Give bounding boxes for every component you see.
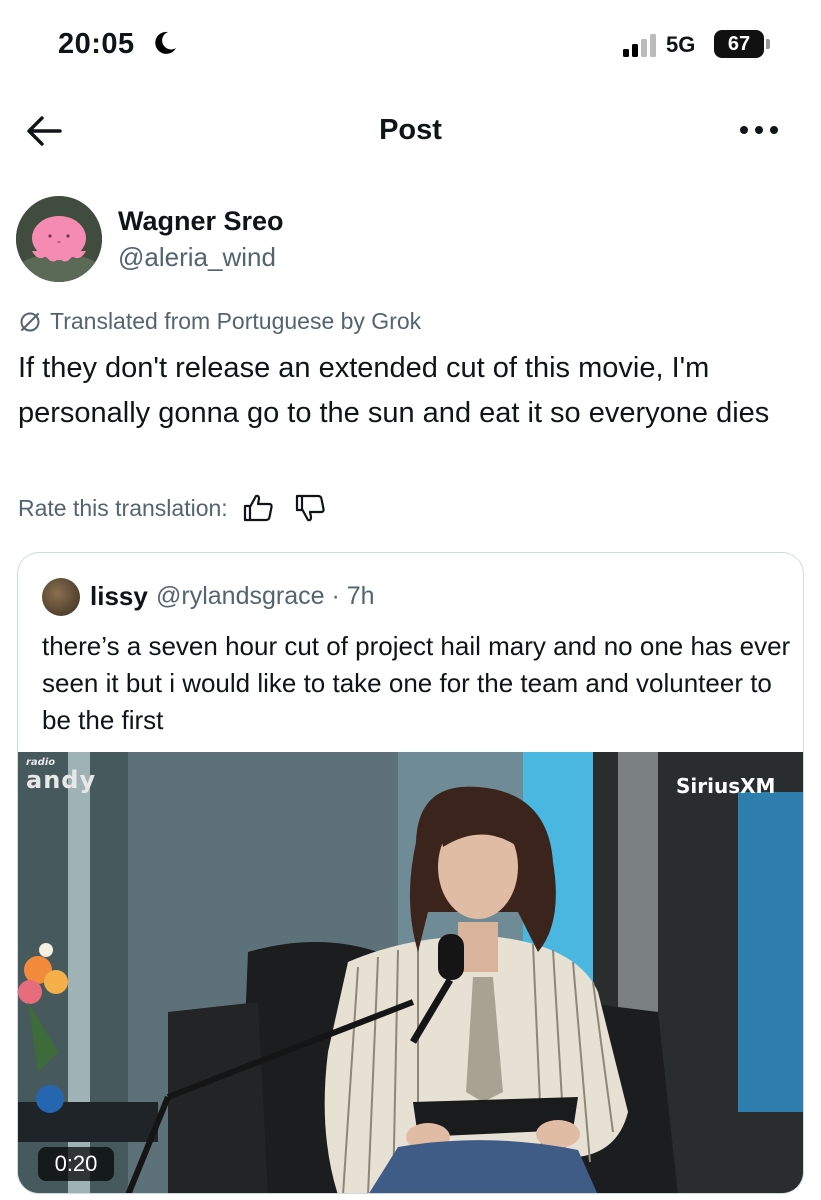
video-player[interactable]: radio andy SiriusXM 0:20 bbox=[18, 752, 803, 1193]
signal-icon bbox=[623, 34, 656, 57]
more-horizontal-icon[interactable] bbox=[738, 120, 780, 140]
quoted-author-name[interactable]: lissy bbox=[90, 581, 148, 612]
post-text: If they don't release an extended cut of… bbox=[18, 352, 770, 429]
grok-slash-icon bbox=[20, 312, 40, 331]
status-time: 20:05 bbox=[58, 28, 135, 60]
radio-andy-logo: radio andy bbox=[26, 758, 97, 794]
battery-level: 67 bbox=[727, 33, 751, 55]
video-duration-badge: 0:20 bbox=[38, 1147, 114, 1181]
author-handle[interactable]: @aleria_wind bbox=[118, 242, 276, 273]
octopus-avatar-image bbox=[16, 196, 102, 282]
network-type: 5G bbox=[666, 32, 696, 57]
translation-notice-label: Translated from Portuguese by Grok bbox=[50, 308, 422, 334]
battery-cap bbox=[766, 39, 770, 49]
translation-notice: Translated from Portuguese by Grok bbox=[18, 308, 421, 335]
page-title: Post bbox=[379, 114, 442, 146]
thumbs-down-icon[interactable] bbox=[294, 493, 328, 523]
quoted-author-avatar[interactable] bbox=[42, 578, 80, 616]
moon-icon bbox=[155, 31, 176, 54]
author-avatar[interactable] bbox=[16, 196, 102, 282]
quoted-post-text: there’s a seven hour cut of project hail… bbox=[42, 631, 791, 735]
siriusxm-logo: SiriusXM bbox=[676, 774, 776, 798]
quoted-author-meta: @rylandsgrace · 7h bbox=[156, 582, 375, 610]
status-bar: 20:05 5G 67 bbox=[0, 0, 821, 90]
author-name[interactable]: Wagner Sreo bbox=[118, 206, 284, 237]
quoted-post[interactable]: lissy @rylandsgrace · 7h there’s a seven… bbox=[17, 552, 804, 1194]
rate-translation-label: Rate this translation: bbox=[18, 494, 228, 521]
rate-translation-row: Rate this translation: bbox=[18, 493, 328, 523]
video-frame bbox=[18, 752, 803, 1193]
thumbs-up-icon[interactable] bbox=[242, 493, 276, 523]
radio-andy-logo-big: andy bbox=[26, 766, 97, 794]
battery-indicator: 67 bbox=[714, 30, 764, 58]
